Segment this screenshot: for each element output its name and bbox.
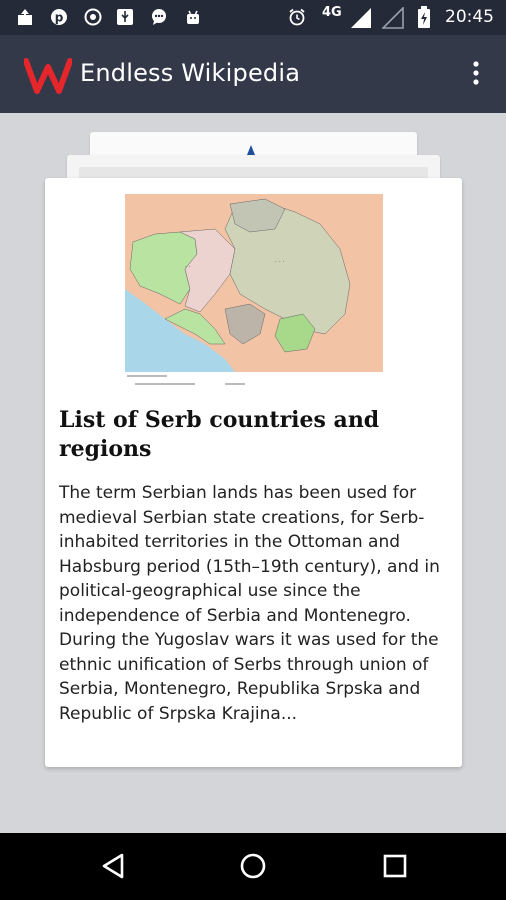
clock: 20:45: [445, 7, 494, 27]
svg-text:p: p: [55, 11, 64, 25]
article-card[interactable]: · · · · · List of Serb countries and reg…: [45, 178, 462, 767]
vpn-icon: [84, 8, 102, 26]
chat-icon: [152, 9, 166, 25]
signal-empty-icon: [382, 7, 404, 29]
status-bar: p 4G 20:45: [0, 0, 506, 35]
svg-text:· ·: · ·: [185, 264, 191, 271]
system-navigation-bar: [0, 833, 506, 900]
wikipedia-w-logo-icon: [24, 58, 72, 94]
back-icon[interactable]: [98, 851, 128, 881]
signal-icon: [351, 8, 371, 28]
app-title: Endless Wikipedia: [80, 59, 301, 87]
usb-icon: [117, 9, 133, 25]
upload-icon: [18, 9, 32, 25]
recents-icon[interactable]: [380, 851, 410, 881]
network-type-label: 4G: [322, 5, 342, 20]
app-bar: Endless Wikipedia: [0, 35, 506, 113]
home-icon[interactable]: [238, 851, 268, 881]
map-image: · · · · ·: [125, 194, 383, 385]
android-icon: [187, 10, 199, 24]
svg-text:· · ·: · · ·: [275, 259, 285, 266]
overflow-menu-icon[interactable]: [464, 59, 488, 89]
alarm-icon: [289, 8, 305, 26]
article-extract: The term Serbian lands has been used for…: [59, 483, 440, 724]
article-title[interactable]: List of Serb countries and regions: [59, 406, 449, 464]
pinterest-icon: p: [51, 9, 67, 25]
battery-icon: [418, 6, 430, 28]
